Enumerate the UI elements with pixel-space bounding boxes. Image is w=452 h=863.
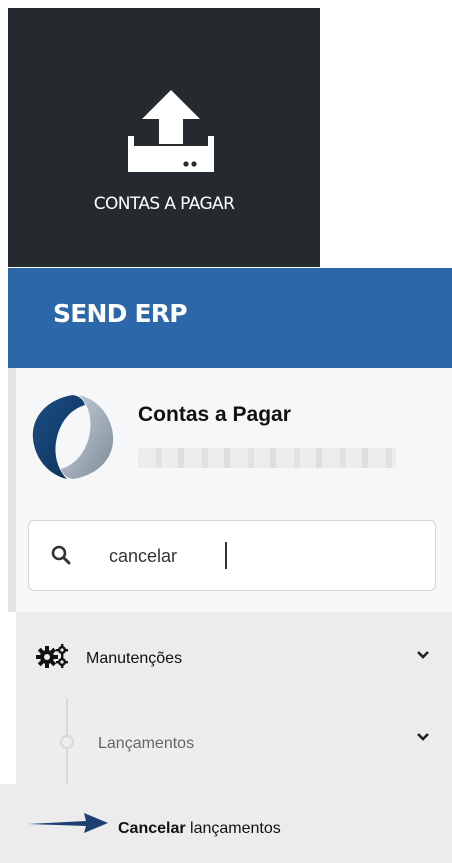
brand-title: SEND ERP <box>53 299 188 328</box>
upload-tray-icon <box>128 90 214 172</box>
search-box[interactable] <box>28 520 436 591</box>
menu-group-label: Manutenções <box>86 650 183 667</box>
contas-a-pagar-tile[interactable]: CONTAS A PAGAR <box>8 8 320 267</box>
scroll-rail[interactable] <box>8 368 16 612</box>
module-subtitle-blurred <box>138 448 396 468</box>
module-panel: Contas a Pagar <box>16 368 452 612</box>
search-icon <box>51 545 71 565</box>
menu-group-manutencoes[interactable]: Manutenções <box>16 612 452 698</box>
arrow-right-icon <box>28 813 108 833</box>
chevron-down-icon[interactable] <box>416 650 430 660</box>
menu-subgroup-label: Lançamentos <box>98 735 195 752</box>
menu-item-cancelar-lancamentos[interactable]: Cancelar lançamentos <box>0 784 452 863</box>
text-caret <box>225 542 227 569</box>
tile-label: CONTAS A PAGAR <box>93 194 235 214</box>
menu-item-label: Cancelar lançamentos <box>118 820 281 838</box>
chevron-down-icon[interactable] <box>416 732 430 742</box>
brand-header: SEND ERP <box>8 268 452 368</box>
send-logo-icon <box>32 395 114 479</box>
gears-icon <box>36 644 68 668</box>
menu-item-label-bold: Cancelar <box>118 820 186 837</box>
menu-subgroup-lancamentos[interactable]: Lançamentos <box>16 698 452 784</box>
search-input[interactable] <box>109 541 409 571</box>
menu-item-label-rest: lançamentos <box>185 820 281 837</box>
tree-node-dot <box>60 735 74 749</box>
module-name: Contas a Pagar <box>138 403 291 426</box>
